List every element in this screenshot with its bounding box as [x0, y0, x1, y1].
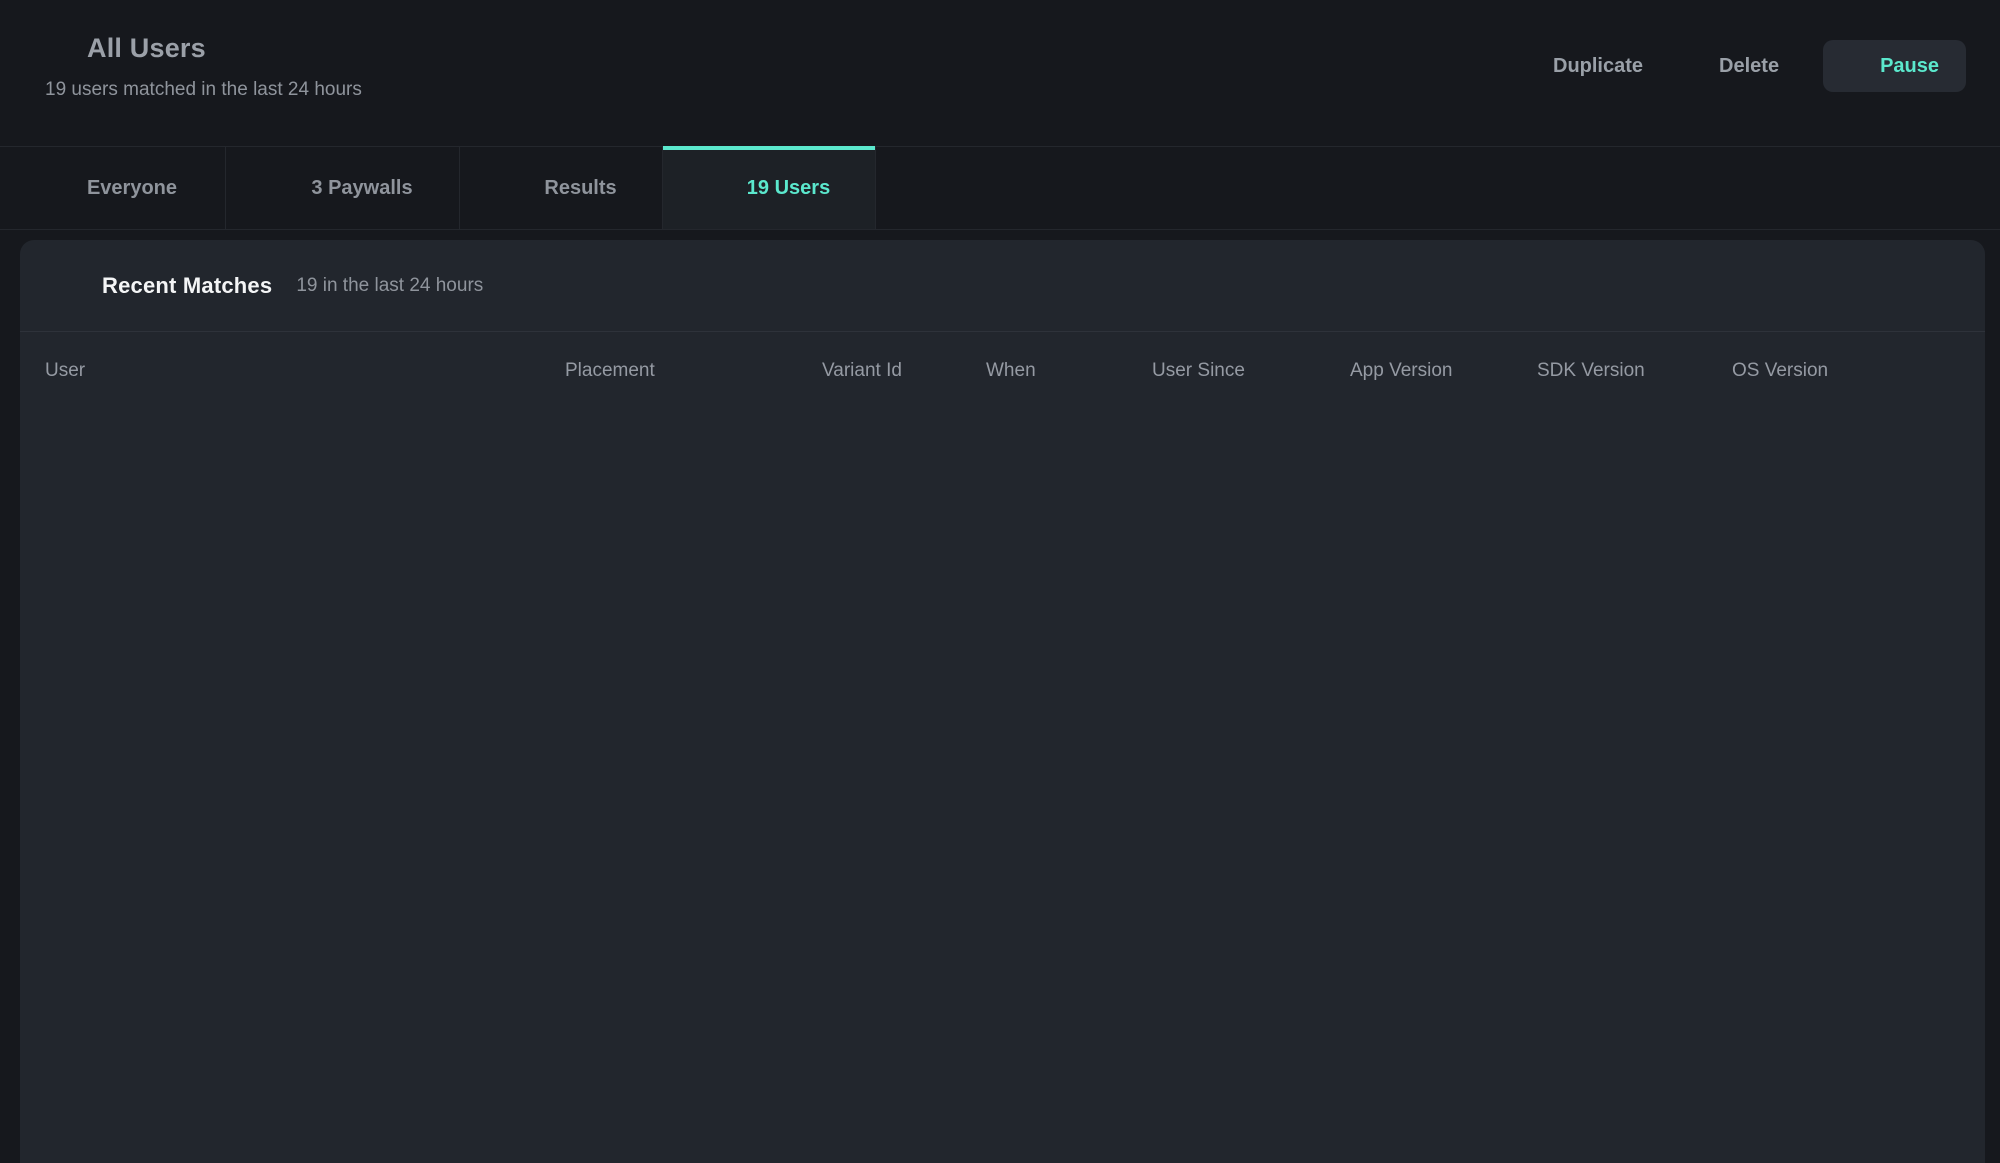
page-header: All Users 19 users matched in the last 2… [0, 0, 2000, 146]
tab-results[interactable]: Results [460, 147, 663, 229]
pause-label: Pause [1880, 55, 1939, 78]
page-subtitle: 19 users matched in the last 24 hours [45, 79, 362, 101]
chart-icon [505, 176, 529, 200]
users-icon [62, 273, 87, 298]
column-header-os-version: OS Version [1732, 360, 1930, 382]
card-header: Recent Matches 19 in the last 24 hours [20, 240, 1985, 332]
page-title: All Users [87, 33, 206, 64]
header-actions: Duplicate Delete Pause [1521, 40, 1966, 92]
tab-bar: Everyone 3 Paywalls Results 19 Users [0, 146, 2000, 230]
duplicate-label: Duplicate [1553, 55, 1643, 78]
users-icon [44, 35, 72, 63]
tab-everyone[interactable]: Everyone [0, 147, 226, 229]
pencil-icon[interactable] [227, 38, 249, 60]
column-header-variant-id: Variant Id [822, 360, 986, 382]
pause-icon [1850, 58, 1867, 75]
tab-19-users[interactable]: 19 Users [663, 147, 876, 229]
recent-matches-card: Recent Matches 19 in the last 24 hours U… [20, 240, 1985, 1163]
table-header-row: UserPlacementVariant IdWhenUser SinceApp… [20, 332, 1985, 410]
pause-button[interactable]: Pause [1823, 40, 1966, 92]
split-arrow-icon [48, 176, 72, 200]
column-header-placement: Placement [565, 360, 822, 382]
chevron-down-icon [492, 277, 509, 294]
time-filter-label: 19 in the last 24 hours [296, 275, 483, 297]
delete-label: Delete [1719, 55, 1779, 78]
time-filter-dropdown[interactable]: 19 in the last 24 hours [296, 275, 509, 297]
users-icon [708, 176, 732, 200]
column-header-app-version: App Version [1350, 360, 1537, 382]
tab-3-paywalls[interactable]: 3 Paywalls [226, 147, 460, 229]
card-title: Recent Matches [102, 273, 272, 299]
column-header-sdk-version: SDK Version [1537, 360, 1732, 382]
refresh-button[interactable] [1925, 270, 1957, 302]
trash-icon [1687, 56, 1708, 77]
delete-button[interactable]: Delete [1687, 55, 1779, 78]
column-header-user-since: User Since [1152, 360, 1350, 382]
phone-icon [272, 176, 296, 200]
column-header-when: When [986, 360, 1152, 382]
duplicate-icon [1521, 56, 1542, 77]
duplicate-button[interactable]: Duplicate [1521, 55, 1643, 78]
column-header-user: User [45, 360, 565, 382]
